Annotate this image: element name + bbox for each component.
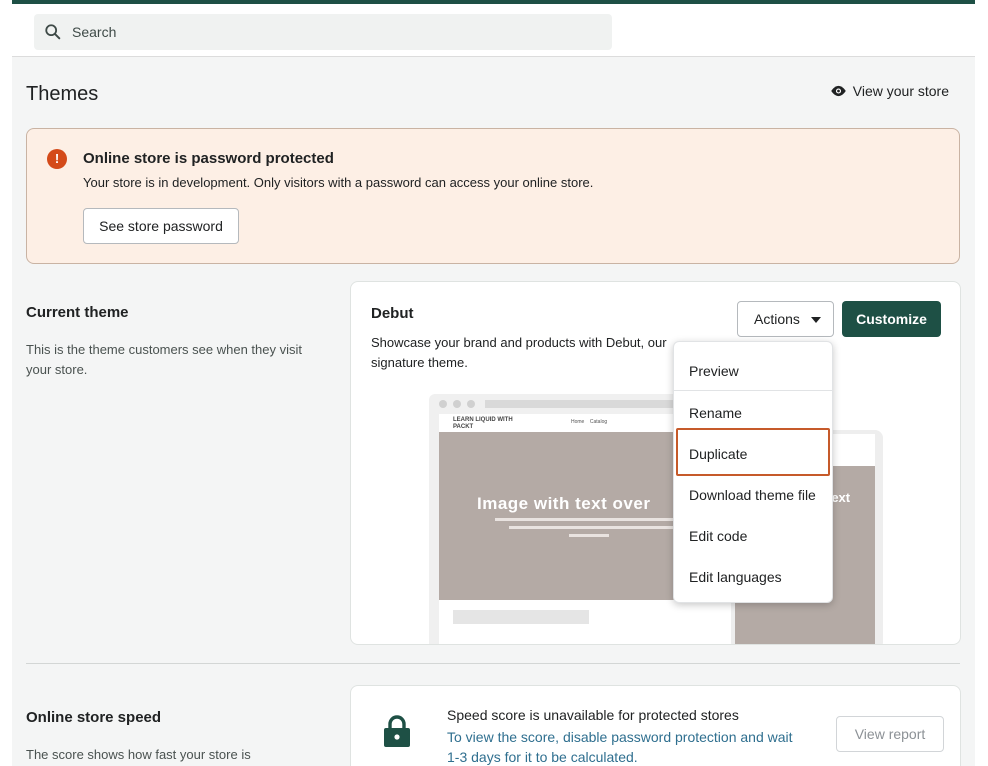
search-bar[interactable]: Search — [34, 14, 612, 50]
speed-heading: Online store speed — [26, 709, 162, 726]
page-title: Themes — [26, 83, 99, 105]
current-theme-heading: Current theme — [26, 304, 129, 321]
lock-icon — [384, 715, 410, 747]
customize-button[interactable]: Customize — [842, 301, 941, 337]
preview-hero-title: Image with text over — [477, 494, 651, 513]
search-icon — [45, 24, 61, 40]
menu-item-edit-code[interactable]: Edit code — [674, 518, 832, 554]
menu-item-download-theme-file[interactable]: Download theme file — [674, 477, 832, 513]
speed-title: Speed score is unavailable for protected… — [447, 707, 739, 723]
menu-item-edit-languages[interactable]: Edit languages — [674, 559, 832, 595]
speed-text: To view the score, disable password prot… — [447, 729, 793, 765]
actions-button[interactable]: Actions — [737, 301, 834, 337]
eye-icon — [831, 85, 846, 97]
alert-icon: ! — [47, 149, 67, 169]
preview-nav-catalog: Catalog — [589, 419, 608, 425]
view-store-link[interactable]: View your store — [830, 83, 949, 99]
view-store-label: View your store — [852, 83, 949, 99]
password-banner: ! Online store is password protected You… — [26, 128, 960, 264]
actions-dropdown-menu: Preview Rename Duplicate Download theme … — [673, 341, 833, 603]
menu-item-preview[interactable]: Preview — [674, 353, 832, 389]
speed-description: The score shows how fast your store is — [26, 747, 251, 762]
preview-logo: LEARN LIQUID WITH PACKT — [453, 417, 513, 430]
speed-card: Speed score is unavailable for protected… — [350, 685, 961, 766]
section-divider — [26, 663, 960, 664]
menu-separator — [674, 390, 832, 391]
search-placeholder: Search — [72, 24, 117, 40]
preview-nav-home: Home — [571, 419, 585, 425]
caret-down-icon — [811, 317, 821, 323]
banner-title: Online store is password protected — [83, 150, 334, 167]
theme-name: Debut — [371, 305, 414, 322]
preview-nav: Home Catalog — [571, 419, 607, 425]
menu-item-rename[interactable]: Rename — [674, 395, 832, 431]
actions-label: Actions — [754, 311, 800, 327]
top-bar: Search — [12, 0, 975, 57]
see-store-password-button[interactable]: See store password — [83, 208, 239, 244]
banner-text: Your store is in development. Only visit… — [83, 175, 594, 190]
current-theme-description: This is the theme customers see when the… — [26, 342, 303, 377]
view-report-button[interactable]: View report — [836, 716, 944, 752]
theme-description: Showcase your brand and products with De… — [371, 335, 667, 370]
current-theme-card: Debut Showcase your brand and products w… — [350, 281, 961, 645]
preview-footer-bar — [453, 610, 589, 624]
duplicate-highlight-box — [676, 428, 830, 476]
